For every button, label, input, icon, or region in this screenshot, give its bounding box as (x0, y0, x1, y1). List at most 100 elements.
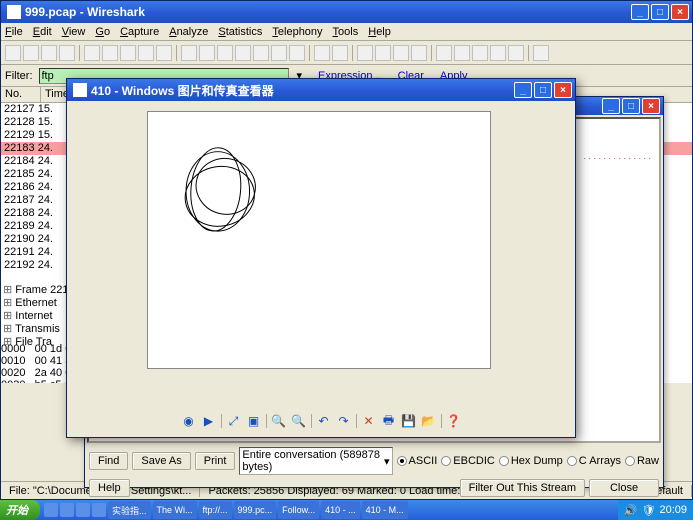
toolbar-button[interactable] (59, 45, 75, 61)
toolbar-button[interactable] (454, 45, 470, 61)
menu-telephony[interactable]: Telephony (272, 26, 322, 38)
maximize-button[interactable]: □ (534, 82, 552, 98)
toolbar-button[interactable] (41, 45, 57, 61)
system-tray[interactable]: 🔊 🛡 20:09 (618, 500, 693, 520)
maximize-button[interactable]: □ (651, 4, 669, 20)
toolbar-zoom-in[interactable] (357, 45, 373, 61)
menu-view[interactable]: View (62, 26, 86, 38)
find-button[interactable]: Find (89, 452, 128, 470)
ql-icon[interactable] (92, 503, 106, 517)
toolbar-button[interactable] (23, 45, 39, 61)
print-button[interactable]: Print (195, 452, 236, 470)
minimize-button[interactable]: _ (631, 4, 649, 20)
wireshark-titlebar[interactable]: 999.pcap - Wireshark _ □ × (1, 1, 692, 23)
zoom-out-icon[interactable]: 🔍 (291, 413, 307, 429)
toolbar-button[interactable] (533, 45, 549, 61)
toolbar-button[interactable] (436, 45, 452, 61)
viewer-toolbar: ◉ ▶ ⤢ ▣ 🔍 🔍 ↶ ↷ ✕ 🖶 💾 📂 ❓ (67, 409, 575, 433)
task-item[interactable]: 410 - M... (362, 501, 408, 519)
menu-analyze[interactable]: Analyze (169, 26, 208, 38)
toolbar-button[interactable] (156, 45, 172, 61)
toolbar-button[interactable] (138, 45, 154, 61)
menu-statistics[interactable]: Statistics (218, 26, 262, 38)
toolbar-button[interactable] (181, 45, 197, 61)
radio-label: Hex Dump (511, 455, 563, 467)
help-icon[interactable]: ❓ (446, 413, 462, 429)
save-icon[interactable]: 💾 (401, 413, 417, 429)
toolbar-button[interactable] (332, 45, 348, 61)
toolbar-button[interactable] (314, 45, 330, 61)
toolbar-button[interactable] (411, 45, 427, 61)
saveas-button[interactable]: Save As (132, 452, 190, 470)
menu-go[interactable]: Go (95, 26, 110, 38)
radio-c-arrays[interactable]: C Arrays (567, 455, 621, 467)
scribble-image (148, 112, 490, 368)
toolbar-button[interactable] (472, 45, 488, 61)
zoom-in-icon[interactable]: 🔍 (271, 413, 287, 429)
start-button[interactable]: 开始 (0, 500, 40, 520)
toolbar-button[interactable] (508, 45, 524, 61)
separator-icon (79, 45, 80, 61)
close-button[interactable]: × (671, 4, 689, 20)
radio-dot-icon (441, 456, 451, 466)
menu-capture[interactable]: Capture (120, 26, 159, 38)
close-button[interactable]: Close (589, 479, 659, 497)
task-item[interactable]: The Wi... (153, 501, 197, 519)
close-button[interactable]: × (554, 82, 572, 98)
tray-icon[interactable]: 🛡 (642, 504, 656, 517)
toolbar-button[interactable] (102, 45, 118, 61)
stream-controls: Find Save As Print Entire conversation (… (85, 445, 663, 477)
filter-out-button[interactable]: Filter Out This Stream (460, 479, 585, 497)
menu-help[interactable]: Help (368, 26, 391, 38)
toolbar-button[interactable] (235, 45, 251, 61)
radio-ebcdic[interactable]: EBCDIC (441, 455, 495, 467)
radio-raw[interactable]: Raw (625, 455, 659, 467)
radio-ascii[interactable]: ASCII (397, 455, 438, 467)
help-button[interactable]: Help (89, 479, 130, 497)
toolbar-button[interactable] (217, 45, 233, 61)
separator-icon (431, 45, 432, 61)
menu-tools[interactable]: Tools (333, 26, 359, 38)
menu-edit[interactable]: Edit (33, 26, 52, 38)
toolbar-button[interactable] (289, 45, 305, 61)
tray-icon[interactable]: 🔊 (624, 504, 638, 517)
minimize-button[interactable]: _ (602, 98, 620, 114)
conversation-select[interactable]: Entire conversation (589878 bytes) ▾ (239, 447, 392, 475)
print-icon[interactable]: 🖶 (381, 413, 397, 429)
toolbar-button[interactable] (490, 45, 506, 61)
taskbar: 开始 实验指...The Wi...ftp://...999.pc...Foll… (0, 500, 693, 520)
menu-file[interactable]: File (5, 26, 23, 38)
toolbar-zoom-out[interactable] (375, 45, 391, 61)
main-toolbar (1, 41, 692, 65)
toolbar-button[interactable] (120, 45, 136, 61)
delete-icon[interactable]: ✕ (361, 413, 377, 429)
close-button[interactable]: × (642, 98, 660, 114)
radio-hex-dump[interactable]: Hex Dump (499, 455, 563, 467)
ql-icon[interactable] (60, 503, 74, 517)
minimize-button[interactable]: _ (514, 82, 532, 98)
rotate-ccw-icon[interactable]: ↶ (316, 413, 332, 429)
original-size-icon[interactable]: ⤢ (226, 413, 242, 429)
separator-icon (356, 414, 357, 428)
toolbar-button[interactable] (84, 45, 100, 61)
open-icon[interactable]: 📂 (421, 413, 437, 429)
task-item[interactable]: 999.pc... (234, 501, 277, 519)
viewer-titlebar[interactable]: 410 - Windows 图片和传真查看器 _ □ × (67, 79, 575, 101)
play-icon[interactable]: ▶ (201, 413, 217, 429)
col-no[interactable]: No. (1, 87, 41, 102)
toolbar-button[interactable] (5, 45, 21, 61)
maximize-button[interactable]: □ (622, 98, 640, 114)
prev-icon[interactable]: ◉ (181, 413, 197, 429)
ql-icon[interactable] (76, 503, 90, 517)
task-item[interactable]: 410 - ... (321, 501, 360, 519)
task-item[interactable]: Follow... (278, 501, 319, 519)
fit-icon[interactable]: ▣ (246, 413, 262, 429)
ql-icon[interactable] (44, 503, 58, 517)
toolbar-button[interactable] (199, 45, 215, 61)
toolbar-button[interactable] (253, 45, 269, 61)
toolbar-button[interactable] (271, 45, 287, 61)
toolbar-button[interactable] (393, 45, 409, 61)
task-item[interactable]: ftp://... (199, 501, 232, 519)
rotate-cw-icon[interactable]: ↷ (336, 413, 352, 429)
task-item[interactable]: 实验指... (108, 501, 151, 519)
